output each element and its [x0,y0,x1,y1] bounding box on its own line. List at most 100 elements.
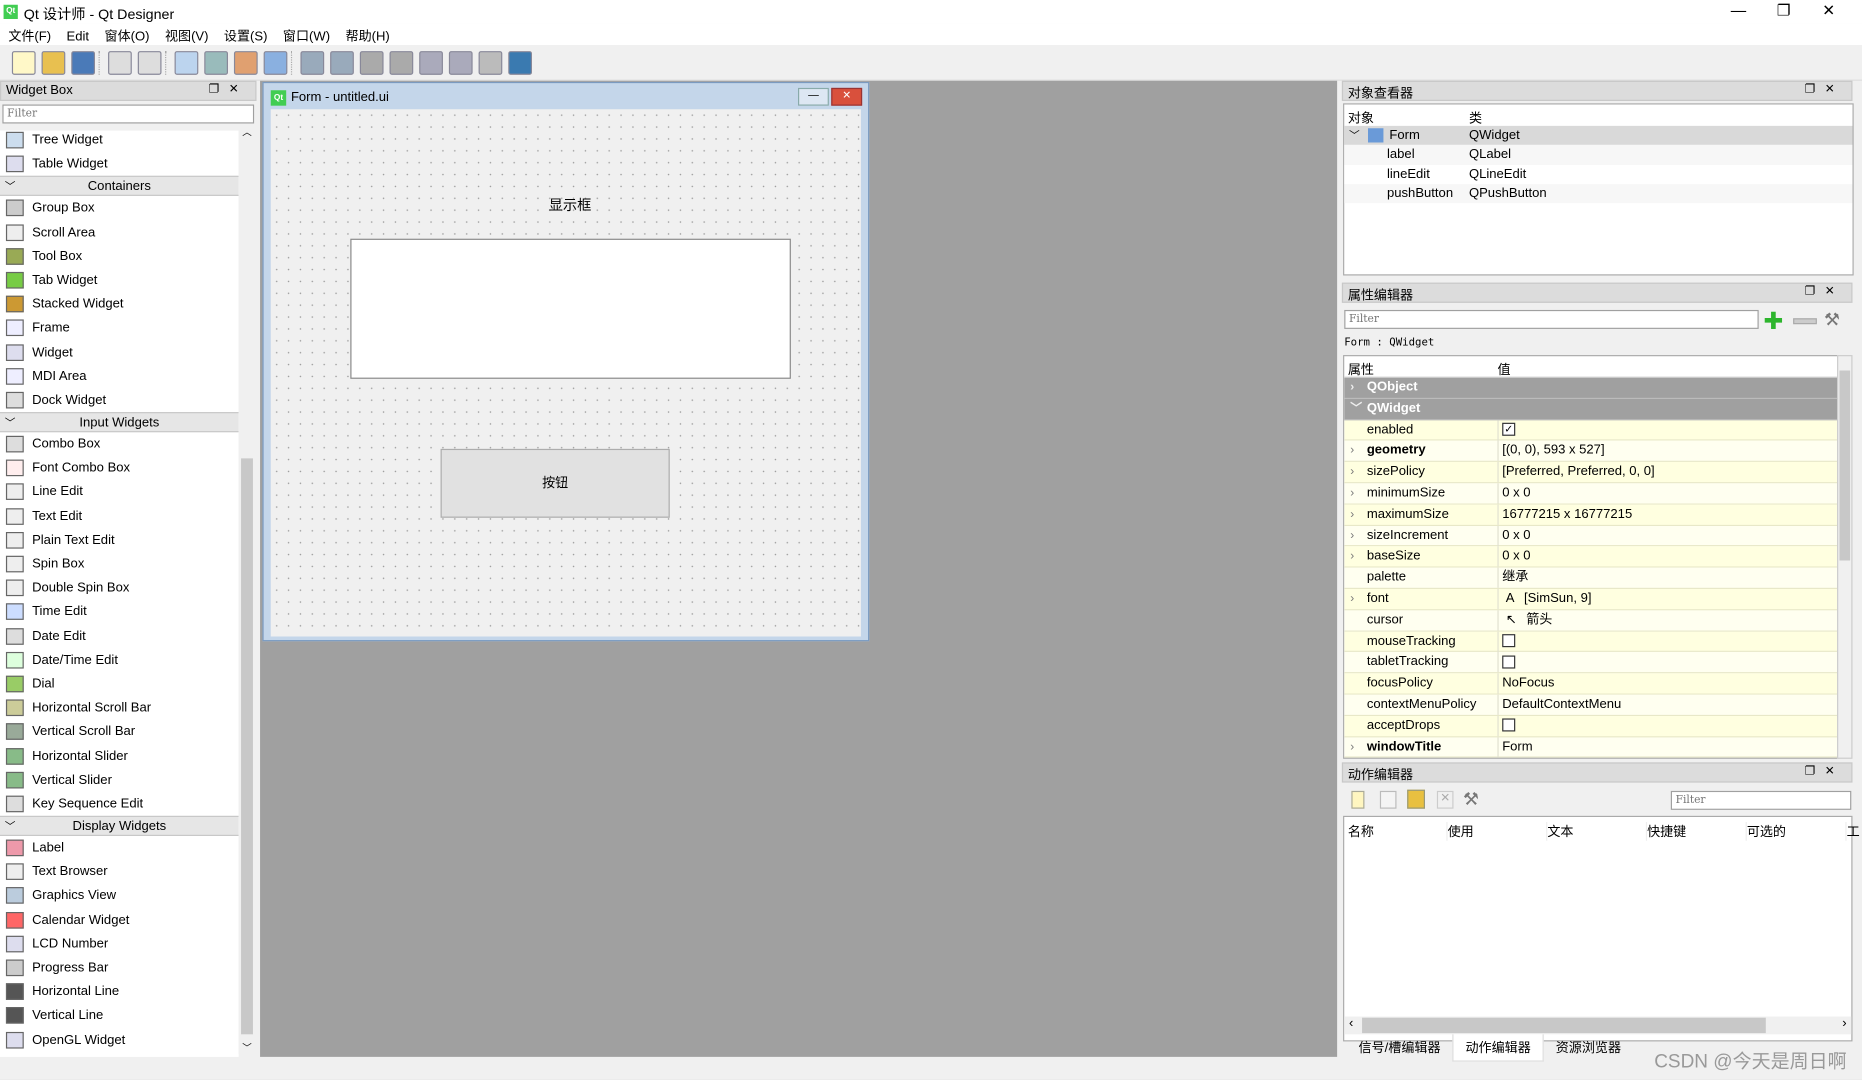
property-value[interactable]: A [SimSun, 9] [1497,588,1838,610]
property-value[interactable]: 继承 [1497,567,1838,589]
property-row[interactable]: palette 继承 [1344,567,1839,589]
chevron-right-icon[interactable]: › [1350,462,1354,482]
action-column-header[interactable]: 工 [1847,822,1862,841]
object-row[interactable]: label QLabel [1344,145,1853,165]
menu-item[interactable]: Edit [58,27,96,44]
property-row[interactable]: › font A [SimSun, 9] [1344,588,1839,611]
configure-wrench-icon[interactable]: ⚒ [1463,789,1479,810]
adjust-size-icon[interactable] [508,51,532,75]
widget-item[interactable]: Dial [0,672,239,696]
dock-float-close-icons[interactable]: ❐✕ [1805,765,1845,778]
chevron-down-icon[interactable]: ﹀ [5,177,16,196]
chevron-right-icon[interactable]: › [1350,737,1354,757]
action-filter-input[interactable] [1670,790,1852,810]
dock-float-close-icons[interactable]: ❐✕ [1805,285,1845,298]
property-value[interactable]: DefaultContextMenu [1497,694,1838,715]
widget-category[interactable]: ﹀ Display Widgets [0,815,239,837]
widget-item[interactable]: Horizontal Scroll Bar [0,696,239,720]
save-icon[interactable] [71,51,95,75]
widget-item[interactable]: Date/Time Edit [0,648,239,672]
chevron-right-icon[interactable]: › [1350,589,1354,609]
action-column-header[interactable]: 名称 [1348,821,1448,841]
widget-item[interactable]: Tool Box [0,244,239,268]
property-value[interactable] [1497,715,1838,736]
widget-item[interactable]: Combo Box [0,432,239,456]
send-to-back-icon[interactable] [108,51,132,75]
chevron-down-icon[interactable]: ﹀ [5,413,16,432]
property-value[interactable]: 0 x 0 [1497,525,1838,546]
widget-item[interactable]: Vertical Scroll Bar [0,720,239,744]
widget-item[interactable]: Tab Widget [0,268,239,292]
property-row[interactable]: cursor ↖ 箭头 [1344,610,1839,632]
property-value[interactable]: 0 x 0 [1497,546,1838,567]
property-row[interactable]: › sizeIncrement 0 x 0 [1344,525,1839,547]
menu-item[interactable]: 设置(S) [216,24,275,45]
property-row[interactable]: › minimumSize 0 x 0 [1344,483,1839,505]
object-row[interactable]: lineEdit QLineEdit [1344,164,1853,184]
form-window[interactable]: Qt Form - untitled.ui — ✕ 显示框 按钮 [262,81,870,642]
widget-item[interactable]: MDI Area [0,364,239,388]
minimize-button[interactable]: — [1716,0,1761,24]
checkbox-checked[interactable]: ✓ [1502,422,1516,437]
widget-item[interactable]: Time Edit [0,600,239,624]
property-value[interactable]: ↖ 箭头 [1497,610,1838,631]
widget-item[interactable]: LCD Number [0,932,239,956]
bottom-tab[interactable]: 信号/槽编辑器 [1347,1034,1453,1060]
action-column-header[interactable]: 快捷键 [1647,821,1747,841]
widget-item[interactable]: Label [0,836,239,860]
property-row[interactable]: › windowTitle Form [1344,736,1839,758]
property-row[interactable]: enabled ✓ [1344,419,1839,442]
checkbox-unchecked[interactable] [1502,634,1516,648]
line-edit[interactable] [350,238,791,379]
widget-item[interactable]: Graphics View [0,884,239,908]
edit-tab-order-icon[interactable] [263,51,288,75]
menu-item[interactable]: 帮助(H) [337,24,397,45]
widget-item[interactable]: Text Browser [0,860,239,884]
open-file-icon[interactable] [41,51,66,75]
widget-category[interactable]: ﹀ Containers [0,176,239,197]
property-row[interactable]: › baseSize 0 x 0 [1344,546,1839,568]
bottom-tab[interactable]: 动作编辑器 [1452,1034,1544,1062]
property-row[interactable]: mouseTracking [1344,631,1839,653]
menu-item[interactable]: 窗体(O) [96,24,156,45]
new-file-icon[interactable] [11,51,36,75]
add-property-icon[interactable]: ✚ [1763,306,1783,336]
chevron-right-icon[interactable]: › [1350,526,1354,546]
widget-item[interactable]: Scroll Area [0,220,239,244]
widget-item[interactable]: Key Sequence Edit [0,792,239,816]
widget-item[interactable]: Dock Widget [0,388,239,412]
object-row[interactable]: ﹀ Form QWidget [1344,125,1853,146]
property-scrollbar[interactable] [1837,355,1853,759]
configure-wrench-icon[interactable]: ⚒ [1824,309,1840,330]
widget-category[interactable]: ﹀ Input Widgets [0,412,239,433]
widget-list-scrollbar[interactable]: ︿ ﹀ [238,125,256,1055]
property-value[interactable]: [Preferred, Preferred, 0, 0] [1497,462,1838,483]
copy-action-icon[interactable] [1379,790,1397,809]
widget-item[interactable]: Double Spin Box [0,576,239,600]
action-column-header[interactable]: 可选的 [1747,821,1847,841]
layout-horizontal-icon[interactable] [300,51,325,75]
property-row[interactable]: focusPolicy NoFocus [1344,673,1839,695]
layout-grid-icon[interactable] [419,51,443,75]
menu-item[interactable]: 窗口(W) [275,24,338,45]
property-value[interactable]: 0 x 0 [1497,483,1838,504]
widget-item[interactable]: Stacked Widget [0,292,239,316]
property-value[interactable]: 16777215 x 16777215 [1497,504,1838,525]
widget-item[interactable]: OpenGL Widget [0,1028,239,1052]
layout-vertical-icon[interactable] [330,51,354,75]
chevron-down-icon[interactable]: ﹀ [5,817,16,836]
property-row[interactable]: › geometry [(0, 0), 593 x 527] [1344,441,1839,463]
bring-to-front-icon[interactable] [137,51,162,75]
widget-filter-input[interactable] [2,104,255,124]
property-section[interactable]: ﹀ QWidget [1344,398,1839,420]
edit-buddies-icon[interactable] [233,51,258,75]
chevron-right-icon[interactable]: › [1350,378,1354,398]
widget-item[interactable]: Horizontal Line [0,980,239,1004]
chevron-down-icon[interactable]: ﹀ [1350,399,1362,419]
widget-item[interactable]: Frame [0,316,239,340]
property-value[interactable]: Form [1497,736,1838,758]
form-canvas[interactable]: 显示框 按钮 [270,109,861,637]
property-row[interactable]: acceptDrops [1344,715,1839,737]
layout-form-icon[interactable] [448,51,473,75]
display-label[interactable]: 显示框 [549,195,592,215]
